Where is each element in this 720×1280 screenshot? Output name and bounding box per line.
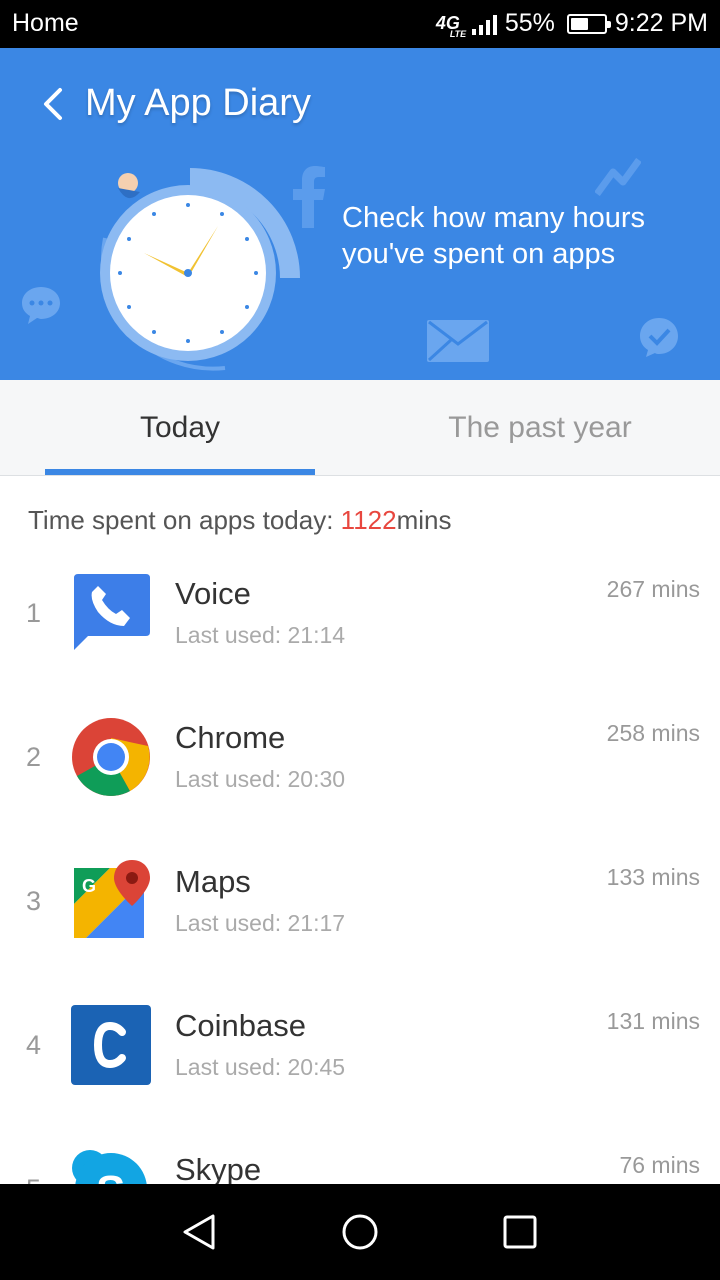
messenger-icon [595, 158, 641, 196]
header-tagline: Check how many hours you've spent on app… [342, 202, 646, 270]
clock-time: 9:22 PM [614, 9, 708, 37]
app-name: Chrome [175, 720, 286, 755]
header-banner: My App Diary Check how many hours you've… [0, 48, 720, 380]
back-arrow-icon[interactable] [38, 86, 74, 122]
list-item[interactable]: 3 G Maps Last used: 21:17 133 mins [0, 836, 720, 980]
rank-number: 5 [26, 1174, 41, 1184]
rank-number: 3 [26, 886, 42, 916]
summary-total: 1122 [340, 505, 397, 535]
page-title: My App Diary [85, 82, 311, 124]
status-app-label: Home [12, 9, 79, 37]
svg-text:G: G [82, 876, 96, 896]
app-name: Maps [175, 864, 251, 899]
last-used: Last used: 21:14 [175, 622, 346, 648]
system-nav-bar [0, 1184, 720, 1280]
status-indicators: 4G LTE 55% 9:22 PM [435, 9, 708, 39]
tab-active-indicator [45, 469, 315, 475]
usage-minutes: 133 mins [606, 864, 700, 890]
usage-minutes: 267 mins [606, 576, 700, 602]
usage-minutes: 131 mins [606, 1008, 700, 1034]
google-voice-icon [74, 574, 150, 650]
mail-icon [427, 320, 489, 362]
tab-bar: Today The past year [0, 380, 720, 476]
google-maps-icon: G [74, 860, 150, 938]
summary-unit: mins [396, 505, 452, 535]
time-summary: Time spent on apps today: 1122mins [28, 505, 452, 536]
status-bar: Home 4G LTE 55% 9:22 PM [0, 0, 720, 48]
recents-square-icon[interactable] [500, 1212, 540, 1252]
home-circle-icon[interactable] [340, 1212, 380, 1252]
back-triangle-icon[interactable] [180, 1212, 220, 1252]
tab-today[interactable]: Today [0, 380, 360, 476]
usage-minutes: 258 mins [606, 720, 700, 746]
last-used: Last used: 20:30 [175, 766, 346, 792]
check-bubble-icon [640, 318, 678, 357]
last-used: Last used: 21:17 [175, 910, 346, 936]
rank-number: 4 [26, 1030, 42, 1060]
app-name: Voice [175, 576, 251, 611]
list-item[interactable]: 5 S Skype 76 mins [0, 1124, 720, 1184]
summary-label: Time spent on apps today: [28, 505, 341, 535]
app-name: Skype [175, 1152, 262, 1184]
network-type-icon: 4G LTE [435, 13, 467, 39]
app-name: Coinbase [175, 1008, 306, 1043]
svg-text:S: S [96, 1167, 125, 1184]
app-usage-list: 1 Voice Last used: 21:14 267 mins 2 Chro… [0, 548, 720, 1184]
skype-icon: S [72, 1150, 147, 1184]
battery-percent: 55% [504, 9, 555, 37]
battery-icon [566, 13, 611, 34]
list-item[interactable]: 2 Chrome Last used: 20:30 258 mins [0, 692, 720, 836]
tab-past-year[interactable]: The past year [360, 380, 720, 476]
coinbase-icon [71, 1005, 151, 1085]
clock-illustration [100, 168, 300, 371]
last-used: Last used: 20:45 [175, 1054, 346, 1080]
chrome-icon [72, 718, 150, 796]
rank-number: 1 [26, 598, 42, 628]
list-item[interactable]: 1 Voice Last used: 21:14 267 mins [0, 548, 720, 692]
chat-bubble-icon [22, 287, 60, 324]
list-item[interactable]: 4 Coinbase Last used: 20:45 131 mins [0, 980, 720, 1124]
usage-minutes: 76 mins [619, 1152, 700, 1178]
rank-number: 2 [26, 742, 42, 772]
signal-strength-icon [471, 13, 497, 35]
